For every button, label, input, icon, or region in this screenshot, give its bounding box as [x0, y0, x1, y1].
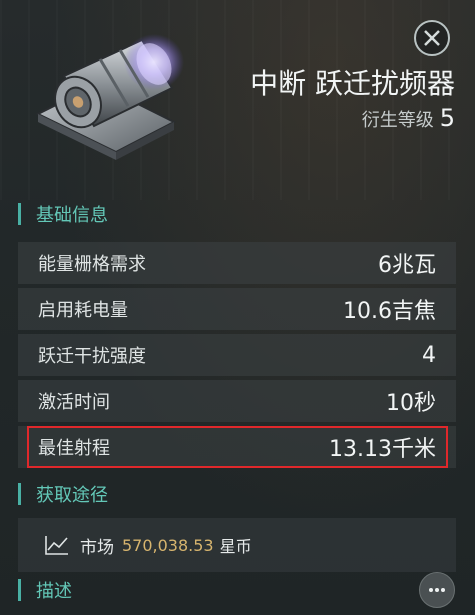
section-header-description: 描述: [18, 576, 72, 604]
market-link[interactable]: 市场 570,038.53 星币: [18, 518, 456, 572]
stat-value: 6兆瓦: [378, 253, 436, 278]
chart-line-icon: [45, 536, 68, 555]
stat-label: 激活时间: [38, 392, 110, 413]
close-icon: [424, 30, 440, 46]
stat-label: 启用耗电量: [38, 300, 128, 321]
stat-row-warp-strength: 跃迁干扰强度 4: [18, 334, 456, 376]
warp-disruptor-item-icon: [35, 34, 184, 160]
stat-row-optimal-range: 最佳射程 13.13千米: [18, 426, 456, 468]
stat-row-powergrid: 能量栅格需求 6兆瓦: [18, 242, 456, 284]
stat-row-activation-time: 激活时间 10秒: [18, 380, 456, 422]
item-title: 中断 跃迁扰频器: [250, 67, 455, 100]
item-info-panel: 中断 跃迁扰频器 衍生等级 5 基础信息 能量栅格需求 6兆瓦 启用耗电量 10…: [0, 0, 475, 615]
close-button[interactable]: [414, 20, 450, 56]
stat-value: 4: [422, 342, 436, 368]
meta-level-label: 衍生等级: [361, 110, 434, 131]
stat-row-activation-cost: 启用耗电量 10.6吉焦: [18, 288, 456, 330]
section-header-acquisition: 获取途径: [18, 480, 108, 508]
meta-level-value: 5: [439, 104, 455, 132]
stat-label: 最佳射程: [38, 438, 110, 459]
section-title-description: 描述: [36, 581, 72, 602]
meta-level: 衍生等级 5: [362, 104, 455, 132]
section-accent-bar: [18, 483, 21, 505]
market-label: 市场: [80, 537, 114, 558]
section-title-acquisition: 获取途径: [36, 485, 108, 506]
section-header-basic-info: 基础信息: [18, 200, 108, 228]
market-price: 570,038.53: [122, 535, 214, 555]
stat-value: 10.6吉焦: [343, 299, 436, 324]
stat-value: 13.13千米: [329, 437, 436, 462]
section-accent-bar: [18, 203, 21, 225]
stat-label: 跃迁干扰强度: [38, 346, 146, 367]
more-button[interactable]: [419, 572, 455, 608]
more-dots-icon: [429, 588, 445, 592]
section-title-basic-info: 基础信息: [36, 205, 108, 226]
section-accent-bar: [18, 579, 21, 601]
market-currency: 星币: [219, 537, 252, 556]
stat-value: 10秒: [386, 391, 436, 416]
stat-label: 能量栅格需求: [38, 254, 146, 275]
